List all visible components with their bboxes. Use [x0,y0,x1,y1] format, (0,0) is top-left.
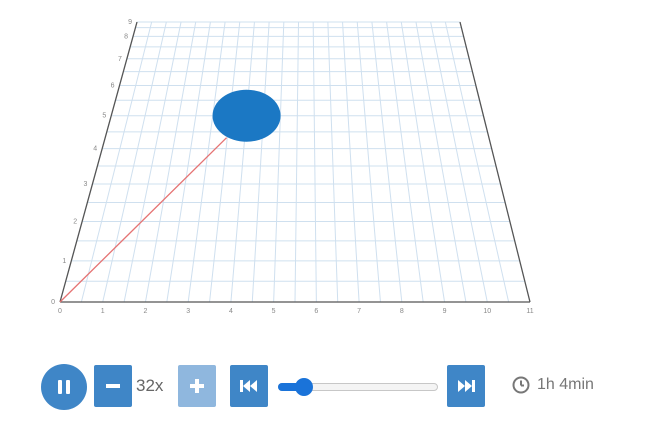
grid-line [327,21,339,303]
y-tick-label: 6 [111,83,115,90]
x-axis-ticks: 0 1 2 3 4 5 6 7 8 9 10 11 [58,308,534,315]
simulation-scene: 0 1 2 3 4 5 6 7 8 9 10 11 0123456789 [51,19,534,315]
y-tick-label: 3 [84,181,88,188]
duration-label: 1h 4min [537,376,594,393]
minus-icon [106,384,120,388]
grid-line [400,21,446,303]
grid-line [430,21,488,303]
x-tick-label: 4 [229,308,233,315]
grid-line [386,21,424,303]
grid-line [415,21,467,303]
plus-icon [190,379,204,393]
x-tick-label: 2 [144,308,148,315]
y-tick-label: 1 [62,258,66,265]
grid-line [251,21,270,303]
grid-line [230,21,255,303]
x-tick-label: 3 [186,308,190,315]
y-tick-label: 7 [118,56,122,63]
playback-controls: 32x 1h 4min [0,364,659,410]
grid-line [102,21,167,303]
speed-label: 32x [136,376,164,395]
x-tick-label: 0 [58,308,62,315]
y-tick-label: 0 [51,299,55,306]
skip-back-icon [240,380,257,392]
progress-slider[interactable] [278,378,438,396]
grid-lines [59,21,531,303]
trajectory-line [59,137,228,303]
pause-button[interactable] [41,364,87,410]
grid-line [312,21,317,303]
y-tick-label: 9 [128,19,132,26]
y-tick-label: 8 [124,33,128,40]
grid-line [444,21,510,303]
x-tick-label: 9 [443,308,447,315]
grid-line [187,21,226,303]
skip-to-start-button[interactable] [230,365,268,407]
grid-line [209,21,241,303]
grid-line [342,21,360,303]
skip-forward-icon [458,380,475,392]
grid-line [294,21,299,303]
axes [59,21,531,303]
x-tick-label: 1 [101,308,105,315]
grid-line [356,21,381,303]
x-tick-label: 7 [357,308,361,315]
y-tick-label: 2 [73,218,77,225]
skip-to-end-button[interactable] [447,365,485,407]
x-tick-label: 11 [526,308,533,315]
increase-speed-button[interactable] [178,365,216,407]
axis-line [459,21,531,303]
slider-thumb[interactable] [294,378,313,396]
duration-display: 1h 4min [512,376,594,394]
y-tick-label: 5 [102,113,106,120]
pause-icon [58,380,70,394]
grid-line [80,21,153,303]
ball [212,89,281,142]
decrease-speed-button[interactable] [94,365,132,407]
x-tick-label: 10 [483,308,491,315]
y-tick-label: 4 [93,146,97,153]
x-tick-label: 6 [314,308,318,315]
x-tick-label: 5 [272,308,276,315]
clock-icon [512,376,530,394]
x-tick-label: 8 [400,308,404,315]
grid-line [273,21,285,303]
axis-line [59,21,138,303]
grid-line [371,21,403,303]
